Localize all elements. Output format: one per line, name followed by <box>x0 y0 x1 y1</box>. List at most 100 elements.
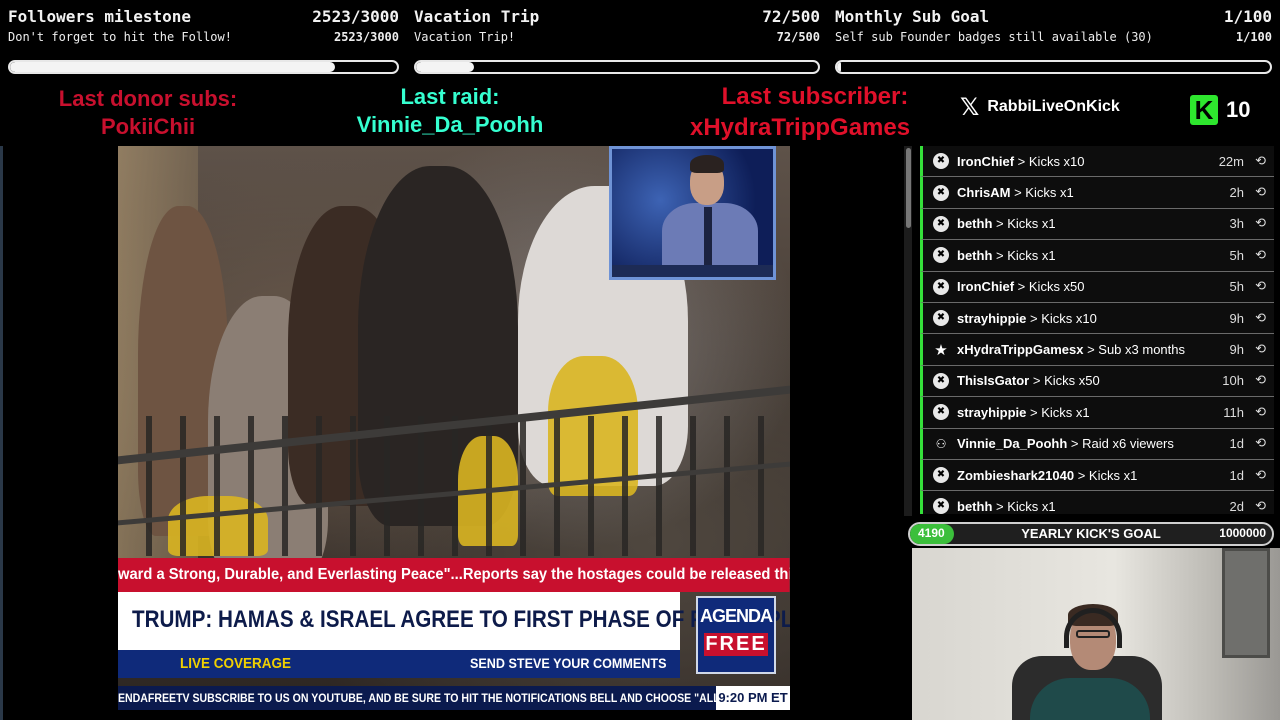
event-text: ThisIsGator > Kicks x50 <box>957 373 1100 389</box>
kick-icon: ✖ <box>933 278 949 295</box>
event-action: Kicks x1 <box>1025 185 1074 201</box>
kick-icon: ✖ <box>933 404 949 421</box>
event-user: bethh <box>957 498 993 514</box>
event-row: ✖ strayhippie > Kicks x10 9h ⟲ <box>920 302 1274 335</box>
last-donor-label: Last donor subs: <box>58 86 238 111</box>
feed-scroll-thumb[interactable] <box>906 148 911 228</box>
event-row: ✖ ChrisAM > Kicks x1 2h ⟲ <box>920 177 1274 209</box>
x-logo-icon: 𝕏 <box>960 93 980 121</box>
event-text: IronChief > Kicks x50 <box>957 279 1085 295</box>
goal-title: Vacation Trip <box>414 7 540 26</box>
anchor-pip <box>609 146 776 280</box>
event-row: ✖ bethh > Kicks x1 3h ⟲ <box>920 208 1274 241</box>
event-action: Sub x3 months <box>1098 342 1185 358</box>
last-raid-label: Last raid: <box>400 84 500 109</box>
event-user: ChrisAM <box>957 185 1011 201</box>
goal-progress-fill <box>837 62 842 72</box>
replay-icon[interactable]: ⟲ <box>1255 405 1266 420</box>
event-row: ✖ IronChief > Kicks x50 5h ⟲ <box>920 271 1274 303</box>
event-text: bethh > Kicks x1 <box>957 498 1056 514</box>
yearly-goal-label: YEARLY KICK'S GOAL <box>1021 526 1161 541</box>
webcam-streamer-body <box>1030 678 1150 720</box>
event-time: 5h <box>1229 279 1244 295</box>
event-row: ✖ bethh > Kicks x1 2d ⟲ <box>920 491 1274 514</box>
raid-icon: ⚇ <box>935 436 947 451</box>
headline: TRUMP: HAMAS & ISRAEL AGREE TO FIRST PHA… <box>132 606 790 633</box>
goal-title: Followers milestone <box>8 7 192 26</box>
kick-icon: ✖ <box>933 467 949 484</box>
replay-icon[interactable]: ⟲ <box>1255 279 1266 294</box>
replay-icon[interactable]: ⟲ <box>1255 499 1266 514</box>
replay-icon[interactable]: ⟲ <box>1255 311 1266 326</box>
last-raid-name: Vinnie_Da_Poohh <box>356 112 544 137</box>
replay-icon[interactable]: ⟲ <box>1255 216 1266 231</box>
event-user: IronChief <box>957 279 1015 295</box>
replay-icon[interactable]: ⟲ <box>1255 436 1266 451</box>
replay-icon[interactable]: ⟲ <box>1255 154 1266 169</box>
event-time: 22m <box>1218 153 1244 169</box>
event-user: Vinnie_Da_Poohh <box>957 436 1068 452</box>
event-action: Kicks x1 <box>1007 247 1056 263</box>
goal-count: 1/100 <box>1223 7 1272 26</box>
goal-subtitle: Vacation Trip! <box>414 30 516 44</box>
event-text: IronChief > Kicks x10 <box>957 153 1085 169</box>
event-text: Zombieshark21040 > Kicks x1 <box>957 467 1138 483</box>
anchor-desk <box>612 265 773 277</box>
event-text: bethh > Kicks x1 <box>957 247 1056 263</box>
event-time: 2d <box>1229 498 1244 514</box>
goal-subcount: 72/500 <box>776 30 820 44</box>
event-text: bethh > Kicks x1 <box>957 216 1056 232</box>
event-user: bethh <box>957 247 993 263</box>
last-subscriber-label: Last subscriber: <box>721 83 909 110</box>
goal-subtitle: Don't forget to hit the Follow! <box>8 30 232 44</box>
video-railing-bars <box>118 416 790 556</box>
event-action: Kicks x1 <box>1007 498 1056 514</box>
event-time: 11h <box>1223 404 1244 420</box>
event-time: 5h <box>1229 247 1244 263</box>
event-user: Zombieshark21040 <box>957 467 1075 483</box>
event-text: ChrisAM > Kicks x1 <box>957 185 1074 201</box>
event-row: ✖ IronChief > Kicks x10 22m ⟲ <box>920 146 1274 178</box>
goal-followers: Followers milestone 2523/3000 Don't forg… <box>8 0 399 80</box>
event-action: Kicks x1 <box>1088 467 1138 483</box>
event-user: strayhippie <box>957 404 1027 420</box>
event-action: Kicks x10 <box>1041 310 1097 326</box>
event-user: IronChief <box>957 153 1015 169</box>
event-text: strayhippie > Kicks x1 <box>957 404 1090 420</box>
replay-icon[interactable]: ⟲ <box>1255 468 1266 483</box>
agenda-free-logo: AGENDA FREE <box>696 596 776 674</box>
goal-vacation: Vacation Trip 72/500 Vacation Trip! 72/5… <box>414 0 820 80</box>
kick-icon: ✖ <box>933 247 949 264</box>
event-action: Raid x6 viewers <box>1082 436 1174 452</box>
goal-subcount: 1/100 <box>1235 30 1272 44</box>
kick-icon: ✖ <box>933 153 949 170</box>
goal-monthly-sub: Monthly Sub Goal 1/100 Self sub Founder … <box>835 0 1272 80</box>
goal-progress-bar <box>8 60 399 74</box>
event-feed: ✖ IronChief > Kicks x10 22m ⟲ ✖ ChrisAM > Kic… <box>920 146 1274 514</box>
logo-top: AGENDA <box>699 606 773 626</box>
star-icon: ★ <box>934 340 948 359</box>
event-time: 9h <box>1229 310 1244 326</box>
goal-title: Monthly Sub Goal <box>835 7 990 26</box>
replay-icon[interactable]: ⟲ <box>1255 185 1266 200</box>
replay-icon[interactable]: ⟲ <box>1255 248 1266 263</box>
event-user: xHydraTrippGamesx <box>957 342 1084 358</box>
replay-icon[interactable]: ⟲ <box>1255 342 1266 357</box>
news-video[interactable]: ward a Strong, Durable, and Everlasting … <box>118 146 790 710</box>
event-text: xHydraTrippGamesx > Sub x3 months <box>957 342 1185 358</box>
anchor-hair <box>690 155 724 173</box>
last-donor-name: PokiiChii <box>100 114 196 139</box>
goal-progress-bar <box>835 60 1272 74</box>
replay-icon[interactable]: ⟲ <box>1255 373 1266 388</box>
event-user: strayhippie <box>957 310 1027 326</box>
goal-subcount: 2523/3000 <box>333 30 399 44</box>
crawl-text: ENDAFREETV SUBSCRIBE TO US ON YOUTUBE, A… <box>118 691 790 705</box>
kick-viewers: K 10 <box>1190 95 1250 125</box>
event-text: Vinnie_Da_Poohh > Raid x6 viewers <box>957 436 1174 452</box>
event-time: 9h <box>1229 342 1244 358</box>
yearly-goal-target: 1000000 <box>1219 526 1266 540</box>
event-time: 2h <box>1229 185 1244 201</box>
news-crawl: ENDAFREETV SUBSCRIBE TO US ON YOUTUBE, A… <box>118 686 790 710</box>
event-row: ⚇ Vinnie_Da_Poohh > Raid x6 viewers 1d ⟲ <box>920 428 1274 460</box>
event-action: Kicks x50 <box>1044 373 1100 389</box>
